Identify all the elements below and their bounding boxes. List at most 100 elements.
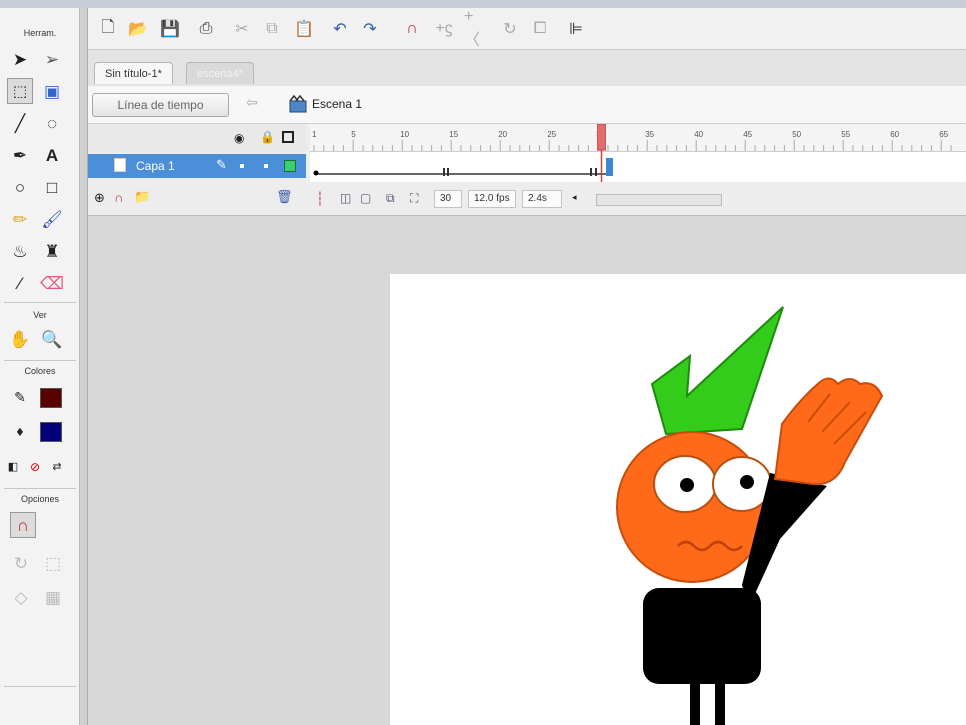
ruler-label: 35 [645, 130, 655, 139]
subselection-tool[interactable]: ➢ [39, 46, 65, 72]
smooth-icon: +ϛ [435, 20, 453, 37]
align-button[interactable]: ⊫ [564, 17, 588, 41]
pencil-tool[interactable]: ✏ [7, 206, 33, 232]
copy-icon: ⧉ [266, 20, 278, 37]
modify-markers-icon[interactable]: ⛶ [410, 191, 418, 206]
paste-button[interactable]: 📋 [292, 17, 316, 41]
layer-color-box[interactable] [284, 160, 296, 172]
line-tool[interactable]: ╱ [7, 110, 33, 136]
cut-button[interactable]: ✂ [230, 17, 254, 41]
lasso-tool[interactable]: ◌ [39, 110, 65, 136]
layer-icon [114, 158, 126, 172]
scroll-left-icon[interactable]: ◂ [572, 192, 577, 203]
rectangle-tool[interactable]: □ [39, 174, 65, 200]
text-icon: A [45, 145, 59, 165]
scene-icon [289, 94, 307, 113]
zoom-tool[interactable]: 🔍 [39, 326, 65, 352]
stroke-color-swatch[interactable] [40, 388, 62, 408]
lock-icon[interactable]: 🔒 [260, 130, 275, 144]
horizontal-scrollbar[interactable] [596, 194, 722, 206]
line-icon: ╱ [14, 113, 26, 133]
stage[interactable] [390, 274, 966, 725]
right-pupil [740, 475, 754, 489]
snap-button[interactable]: ∩ [400, 17, 424, 41]
arrow-icon: ➤ [12, 49, 28, 69]
layer-row-capa-1[interactable]: Capa 1 ✎ [88, 154, 306, 178]
center-frame-icon[interactable]: ┆ [316, 191, 324, 207]
tab-escena4[interactable]: escena4* [186, 62, 254, 84]
layer-header: ◉ 🔒 [88, 124, 306, 152]
eyedropper-tool[interactable]: ⁄ [7, 270, 33, 296]
frames-area[interactable]: 15101520253035404550556065 [310, 124, 966, 182]
straighten-button[interactable]: +〈 [464, 8, 488, 49]
free-transform-tool[interactable]: ⬚ [7, 78, 33, 104]
text-tool[interactable]: A [39, 142, 65, 168]
outline-icon[interactable] [282, 131, 294, 143]
straighten-icon: +〈 [464, 8, 481, 49]
back-arrow-icon[interactable]: ⇦ [246, 94, 258, 111]
oval-tool[interactable]: ○ [7, 174, 33, 200]
add-folder-icon[interactable]: 📁 [134, 189, 150, 205]
brush-tool[interactable]: 🖌 [39, 206, 65, 232]
tab-sin-titulo[interactable]: Sin título-1* [94, 62, 173, 84]
timeline-toggle-button[interactable]: Línea de tiempo [92, 93, 229, 117]
snap-to-objects-button[interactable]: ∩ [10, 512, 36, 538]
playhead[interactable] [597, 124, 606, 182]
frame-rate-field[interactable]: 12.0 fps [468, 190, 516, 208]
onion-skin-icon[interactable]: ◫ [340, 191, 351, 205]
pen-tool[interactable]: ✒ [7, 142, 33, 168]
character-drawing[interactable] [390, 274, 966, 725]
rectangle-icon: □ [46, 177, 58, 197]
smooth-button[interactable]: +ϛ [432, 17, 456, 41]
redo-button[interactable]: ↷ [358, 17, 382, 41]
eyedropper-icon: ⁄ [18, 273, 22, 293]
scale-button[interactable]: ⧠ [528, 17, 552, 41]
document-tabs: Sin título-1* escena4* [88, 50, 966, 86]
pencil-icon: ✎ [216, 157, 227, 172]
hand-tool[interactable]: ✋ [7, 326, 33, 352]
save-button[interactable]: 💾 [158, 17, 182, 41]
layer-name: Capa 1 [136, 159, 175, 173]
selection-tool[interactable]: ➤ [7, 46, 33, 72]
add-guide-icon[interactable]: ∩ [114, 190, 123, 205]
brush-icon: 🖌 [41, 209, 63, 229]
distort-option: ◇ [8, 584, 34, 610]
gradient-transform-tool[interactable]: ▣ [39, 78, 65, 104]
colors-separator [4, 488, 76, 489]
lock-dot[interactable] [264, 164, 268, 168]
rotate-skew-button[interactable]: ↻ [498, 17, 522, 41]
options-separator [4, 686, 76, 687]
ruler-label: 45 [743, 130, 753, 139]
scale-option: ⬚ [40, 550, 66, 576]
black-white-button[interactable]: ◧ [3, 454, 23, 480]
ruler-label: 40 [694, 130, 704, 139]
open-file-button[interactable]: 📂 [126, 17, 150, 41]
swap-colors-button[interactable]: ⇄ [47, 454, 67, 480]
distort-icon: ◇ [14, 587, 28, 607]
ruler-label: 25 [547, 130, 557, 139]
ruler-label: 10 [400, 130, 410, 139]
paint-bucket-tool[interactable]: ♜ [39, 238, 65, 264]
edit-multiple-icon[interactable]: ⧉ [386, 191, 395, 206]
copy-button[interactable]: ⧉ [260, 17, 284, 41]
print-button[interactable]: ⎙ [194, 17, 218, 41]
paste-icon: 📋 [294, 21, 314, 38]
layer-controls: ⊕ ∩ 📁 🗑 [88, 184, 306, 214]
magnet-icon: ∩ [16, 515, 30, 535]
ink-bottle-tool[interactable]: ♨ [7, 238, 33, 264]
visibility-dot[interactable] [240, 164, 244, 168]
trash-icon[interactable]: 🗑 [276, 189, 293, 205]
new-file-button[interactable]: 🗋 [96, 17, 120, 41]
fill-color-swatch[interactable] [40, 422, 62, 442]
frame-row[interactable] [310, 154, 966, 178]
eye-icon[interactable]: ◉ [234, 131, 244, 145]
printer-icon: ⎙ [199, 20, 213, 37]
add-layer-icon[interactable]: ⊕ [94, 190, 105, 206]
eraser-icon: ⌫ [39, 273, 65, 293]
undo-button[interactable]: ↶ [328, 17, 352, 41]
frame-ruler[interactable]: 15101520253035404550556065 [310, 124, 966, 152]
no-color-button[interactable]: ⊘ [25, 454, 45, 480]
onion-outline-icon[interactable]: ▢ [360, 191, 371, 205]
tools-divider [80, 8, 88, 725]
eraser-tool[interactable]: ⌫ [39, 270, 65, 296]
